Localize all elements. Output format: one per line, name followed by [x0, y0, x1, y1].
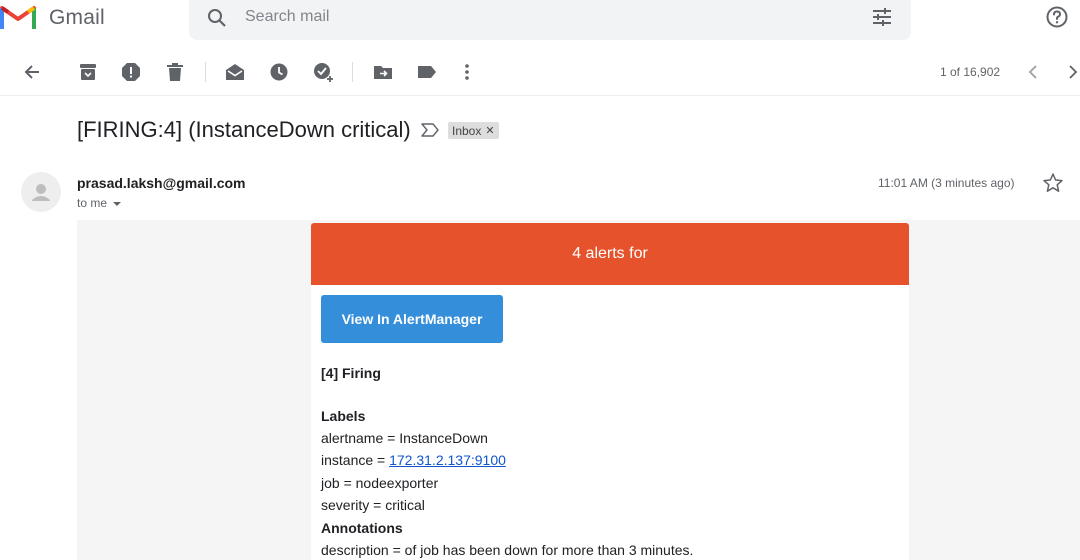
- label-job: job = nodeexporter: [321, 475, 439, 491]
- mark-unread-button[interactable]: [223, 60, 247, 84]
- more-icon: [465, 64, 469, 80]
- mark-unread-icon: [226, 64, 244, 80]
- label-instance: instance = 172.31.2.137:9100: [321, 452, 506, 468]
- sender-address[interactable]: prasad.laksh@gmail.com: [77, 175, 246, 191]
- snooze-icon: [270, 63, 288, 81]
- label-remove-icon[interactable]: ✕: [485, 124, 494, 137]
- labels-heading: Labels: [321, 408, 366, 424]
- message-toolbar: 1 of 16,902: [0, 48, 1080, 96]
- app-name: Gmail: [49, 6, 105, 29]
- snooze-button[interactable]: [267, 60, 291, 84]
- alert-header: 4 alerts for: [311, 223, 909, 285]
- older-icon: [1069, 65, 1078, 79]
- important-marker-icon[interactable]: [421, 122, 439, 138]
- instance-link[interactable]: 172.31.2.137:9100: [389, 452, 506, 468]
- label-alertname: alertname = InstanceDown: [321, 430, 488, 446]
- older-button[interactable]: [1061, 60, 1080, 84]
- move-to-icon: [374, 66, 392, 79]
- delete-icon: [167, 63, 183, 81]
- newer-icon: [1028, 65, 1037, 79]
- newer-button[interactable]: [1021, 60, 1045, 84]
- inbox-label-chip: Inbox ✕: [448, 122, 499, 139]
- app-header: Gmail: [0, 0, 1080, 44]
- search-options-icon[interactable]: [870, 5, 894, 29]
- archive-icon: [80, 64, 96, 80]
- alert-card: 4 alerts for View In AlertManager [4] Fi…: [311, 223, 909, 560]
- more-button[interactable]: [455, 60, 479, 84]
- recipient-details[interactable]: to me: [77, 196, 122, 210]
- labels-button[interactable]: [415, 60, 439, 84]
- add-to-tasks-icon: [314, 63, 333, 82]
- page-counter: 1 of 16,902: [940, 65, 1001, 79]
- label-name: Inbox: [452, 123, 482, 138]
- delete-button[interactable]: [163, 60, 187, 84]
- search-input[interactable]: [245, 6, 845, 28]
- email-subject: [FIRING:4] (InstanceDown critical): [77, 117, 411, 142]
- search-icon[interactable]: [205, 6, 229, 30]
- annotation-description: description = of job has been down for m…: [321, 542, 694, 558]
- back-button[interactable]: [20, 60, 44, 84]
- toolbar-divider: [205, 62, 206, 82]
- message-timestamp: 11:01 AM (3 minutes ago): [878, 176, 1015, 190]
- labels-icon: [418, 66, 436, 78]
- report-spam-icon: [122, 63, 140, 81]
- recipient-details-icon: [113, 201, 122, 206]
- add-to-tasks-button[interactable]: [311, 60, 335, 84]
- toolbar-divider: [352, 62, 353, 82]
- firing-heading: [4] Firing: [321, 365, 381, 381]
- report-spam-button[interactable]: [119, 60, 143, 84]
- label-severity: severity = critical: [321, 497, 425, 513]
- move-to-button[interactable]: [371, 60, 395, 84]
- view-in-alertmanager-button[interactable]: View In AlertManager: [321, 295, 503, 343]
- annotations-heading: Annotations: [321, 520, 403, 536]
- help-icon[interactable]: [1045, 5, 1069, 29]
- recipient-label: to me: [77, 196, 108, 210]
- archive-button[interactable]: [76, 60, 100, 84]
- star-icon[interactable]: [1042, 172, 1064, 194]
- search-bar: [189, 0, 911, 40]
- gmail-logo-icon[interactable]: [0, 2, 36, 30]
- avatar-icon: [32, 184, 50, 201]
- back-icon: [24, 65, 39, 79]
- avatar[interactable]: [21, 172, 61, 212]
